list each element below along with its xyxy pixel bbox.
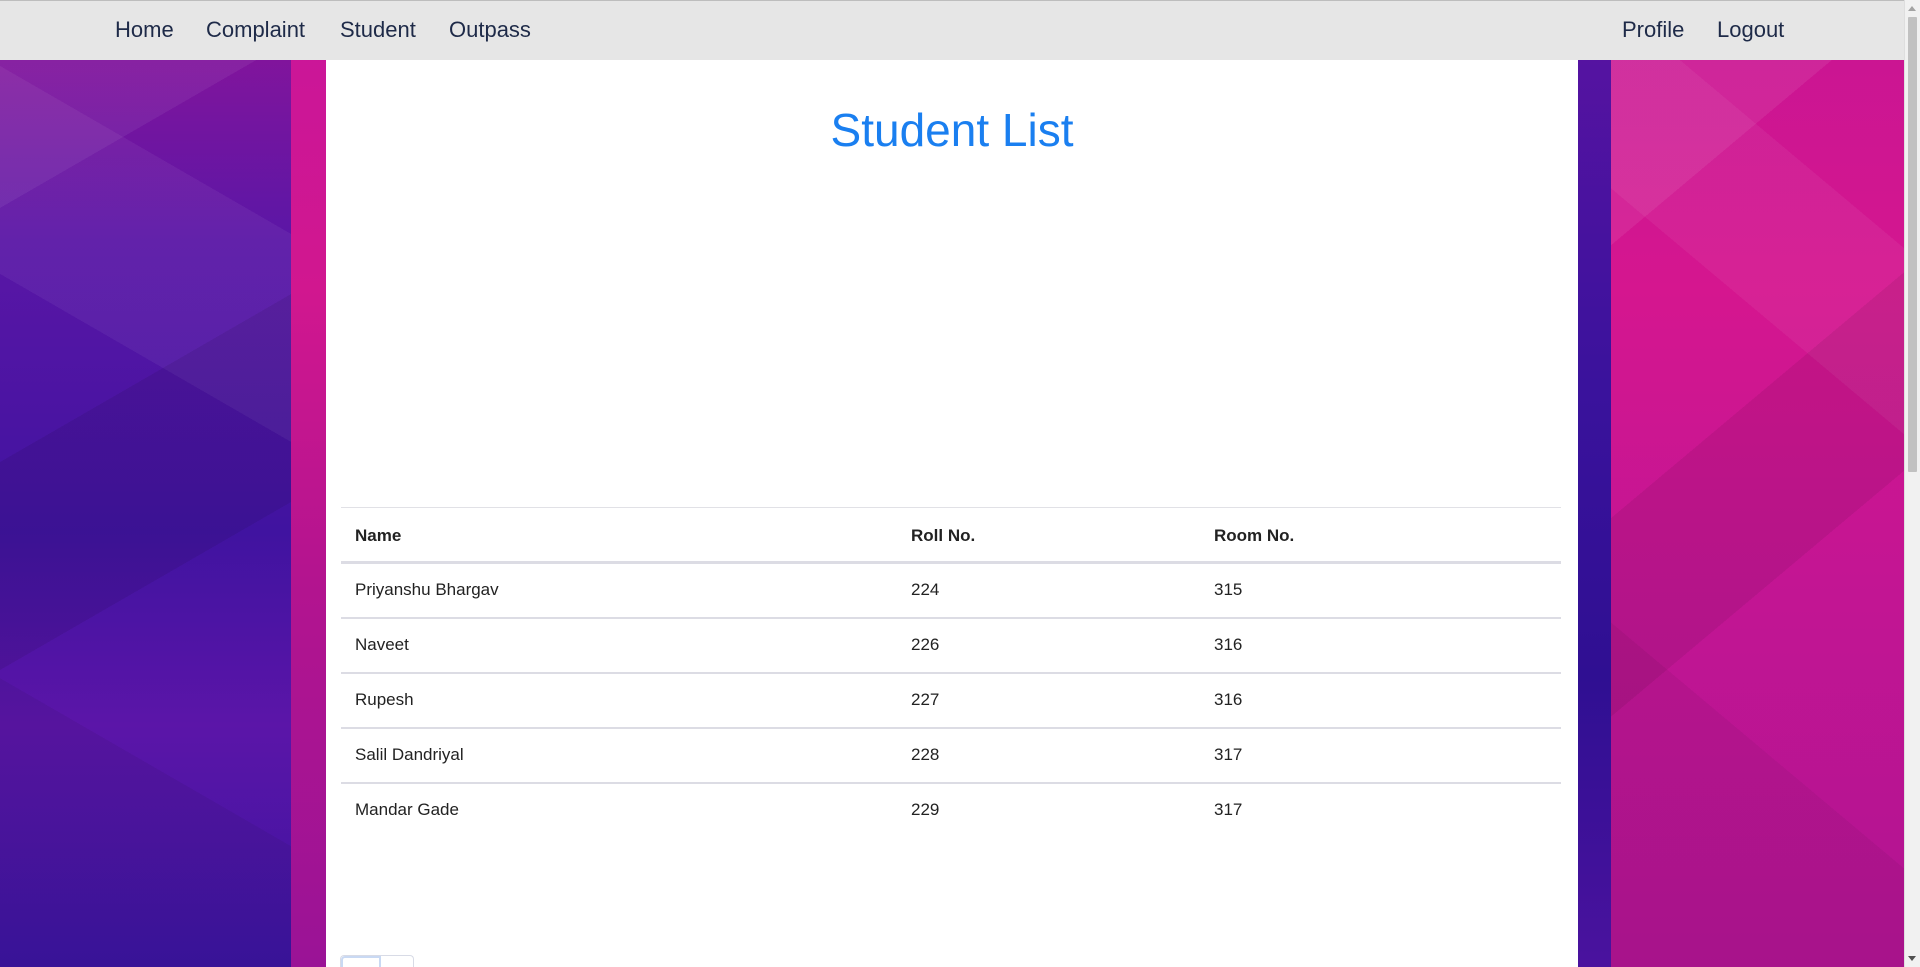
cell-roll-no: 229 <box>911 800 940 819</box>
cell-name: Salil Dandriyal <box>355 745 464 764</box>
cell-room-no: 317 <box>1214 745 1243 764</box>
table-row: Rupesh 227 316 <box>341 673 1561 728</box>
cell-name: Rupesh <box>355 690 414 709</box>
table-row: Mandar Gade 229 317 <box>341 783 1561 837</box>
cell-name: Priyanshu Bhargav <box>355 580 499 599</box>
cell-roll-no: 227 <box>911 690 940 709</box>
background-right <box>1578 0 1904 967</box>
background-left <box>0 0 326 967</box>
main-content: Student List Name Roll No. Room No. Priy… <box>326 60 1578 967</box>
column-header-name: Name <box>355 525 402 545</box>
cell-name: Mandar Gade <box>355 800 459 819</box>
cell-room-no: 316 <box>1214 635 1243 654</box>
page: Home Complaint Student Outpass Profile L… <box>0 0 1920 967</box>
scroll-up-arrow-icon[interactable] <box>1908 6 1916 11</box>
scrollbar-thumb[interactable] <box>1908 17 1917 472</box>
nav-complaint-link[interactable]: Complaint <box>206 17 305 43</box>
cell-room-no: 315 <box>1214 580 1243 599</box>
column-header-room-no: Room No. <box>1214 525 1295 545</box>
pagination-page-button[interactable] <box>341 956 381 967</box>
vertical-scrollbar[interactable] <box>1904 0 1920 967</box>
cell-roll-no: 228 <box>911 745 940 764</box>
pagination <box>340 955 414 967</box>
nav-home-link[interactable]: Home <box>115 17 174 43</box>
nav-outpass-link[interactable]: Outpass <box>449 17 531 43</box>
table-header-row: Name Roll No. Room No. <box>341 507 1561 563</box>
column-header-roll-no: Roll No. <box>911 525 976 545</box>
cell-roll-no: 224 <box>911 580 940 599</box>
navbar: Home Complaint Student Outpass Profile L… <box>0 0 1904 60</box>
page-title: Student List <box>830 103 1074 156</box>
background-right-strip <box>1578 0 1611 967</box>
nav-profile-link[interactable]: Profile <box>1622 17 1684 43</box>
cell-room-no: 316 <box>1214 690 1243 709</box>
cell-room-no: 317 <box>1214 800 1243 819</box>
cell-name: Naveet <box>355 635 409 654</box>
nav-student-link[interactable]: Student <box>340 17 416 43</box>
nav-logout-link[interactable]: Logout <box>1717 17 1784 43</box>
scroll-down-arrow-icon[interactable] <box>1908 956 1916 961</box>
table-row: Salil Dandriyal 228 317 <box>341 728 1561 783</box>
background-left-strip <box>291 0 326 967</box>
cell-roll-no: 226 <box>911 635 940 654</box>
student-table-container: Name Roll No. Room No. Priyanshu Bhargav… <box>341 507 1561 837</box>
table-row: Naveet 226 316 <box>341 618 1561 673</box>
student-table: Name Roll No. Room No. Priyanshu Bhargav… <box>341 507 1561 837</box>
table-row: Priyanshu Bhargav 224 315 <box>341 563 1561 618</box>
